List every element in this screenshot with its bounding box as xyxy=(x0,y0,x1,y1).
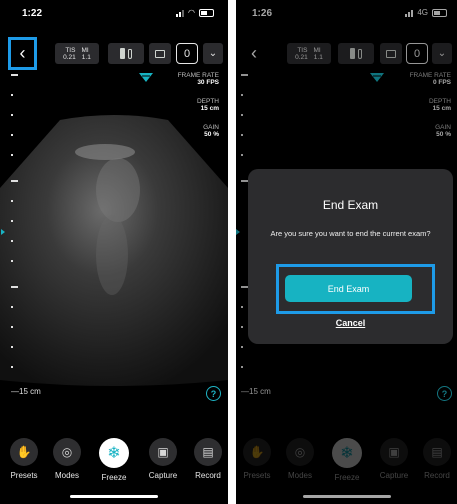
camera-icon: ▣ xyxy=(149,438,177,466)
chevron-down-icon: ⌄ xyxy=(208,48,218,59)
presets-label: Presets xyxy=(10,471,38,480)
scale-tick xyxy=(11,260,13,262)
scale-tick xyxy=(11,180,18,182)
battery-icon xyxy=(199,8,214,17)
scale-tick xyxy=(11,134,13,136)
end-exam-button[interactable]: End Exam xyxy=(285,275,412,302)
status-time: 1:22 xyxy=(22,8,43,19)
scale-tick xyxy=(11,114,13,116)
scale-tick xyxy=(11,220,13,222)
home-indicator[interactable] xyxy=(70,495,158,498)
record-icon: ▤ xyxy=(194,438,222,466)
freeze-label: Freeze xyxy=(101,473,127,482)
capture-button[interactable]: ▣ Capture xyxy=(143,438,183,480)
image-count: 0 xyxy=(183,47,191,60)
hand-icon: ✋ xyxy=(10,438,38,466)
tis-label: TIS xyxy=(65,47,76,54)
screen-divider xyxy=(228,0,236,504)
capture-label: Capture xyxy=(148,471,178,480)
record-label: Record xyxy=(195,471,221,480)
modes-button[interactable]: ◎ Modes xyxy=(47,438,87,480)
thermometer-icon xyxy=(128,48,132,59)
help-button[interactable]: ? xyxy=(206,386,221,401)
presets-button[interactable]: ✋ Presets xyxy=(4,438,44,480)
depth-scale-label: —15 cm xyxy=(11,387,41,396)
focus-marker-icon xyxy=(1,229,5,235)
image-review-button[interactable] xyxy=(149,43,171,64)
dialog-message: Are you sure you want to end the current… xyxy=(270,229,431,238)
probe-battery-icon xyxy=(120,48,125,59)
dialog-title: End Exam xyxy=(322,198,379,212)
mi-value: 1.1 xyxy=(81,54,91,61)
status-icons: ◠ xyxy=(176,8,214,17)
end-exam-dialog: End Exam Are you sure you want to end th… xyxy=(248,169,453,344)
scale-tick xyxy=(11,94,13,96)
image-icon xyxy=(155,49,165,58)
scale-tick xyxy=(11,154,13,156)
end-exam-screen: 1:26 4G ‹ TIS MI 0.21 1.1 0 ⌄ FRAME RATE 0 … xyxy=(236,0,457,504)
scale-tick xyxy=(11,306,13,308)
scale-tick xyxy=(11,366,13,368)
back-button[interactable]: ‹ xyxy=(8,37,37,70)
live-scan-screen: 1:22 ◠ ‹ TIS MI 0.21 1.1 0 ⌄ FRAME RATE 30 … xyxy=(0,0,228,504)
freeze-button[interactable]: ❄ Freeze xyxy=(94,438,134,482)
more-dropdown-button[interactable]: ⌄ xyxy=(203,43,223,64)
wifi-icon: ◠ xyxy=(188,8,195,17)
scale-tick xyxy=(11,74,18,76)
scale-tick xyxy=(11,240,13,242)
help-icon: ? xyxy=(210,388,217,399)
depth-scale xyxy=(11,74,23,392)
mi-label: MI xyxy=(81,47,89,54)
snowflake-icon: ❄ xyxy=(99,438,129,468)
modes-icon: ◎ xyxy=(53,438,81,466)
chevron-left-icon: ‹ xyxy=(19,43,26,63)
scale-tick xyxy=(11,346,13,348)
record-button[interactable]: ▤ Record xyxy=(188,438,228,480)
ultrasound-image[interactable] xyxy=(0,80,228,390)
bottom-toolbar: ✋ Presets ◎ Modes ❄ Freeze ▣ Capture ▤ R… xyxy=(0,434,228,504)
tis-value: 0.21 xyxy=(63,54,76,61)
probe-status-button[interactable] xyxy=(108,43,144,64)
scale-tick xyxy=(11,326,13,328)
signal-icon xyxy=(176,9,185,17)
tis-mi-indicator: TIS MI 0.21 1.1 xyxy=(55,43,99,64)
image-count-button[interactable]: 0 xyxy=(176,43,198,64)
frame-rate-label: FRAME RATE xyxy=(177,72,219,79)
cancel-button[interactable]: Cancel xyxy=(248,318,453,328)
scale-tick xyxy=(11,286,18,288)
scale-tick xyxy=(11,200,13,202)
depth-scale-text: 15 cm xyxy=(19,387,41,396)
modes-label: Modes xyxy=(54,471,79,480)
